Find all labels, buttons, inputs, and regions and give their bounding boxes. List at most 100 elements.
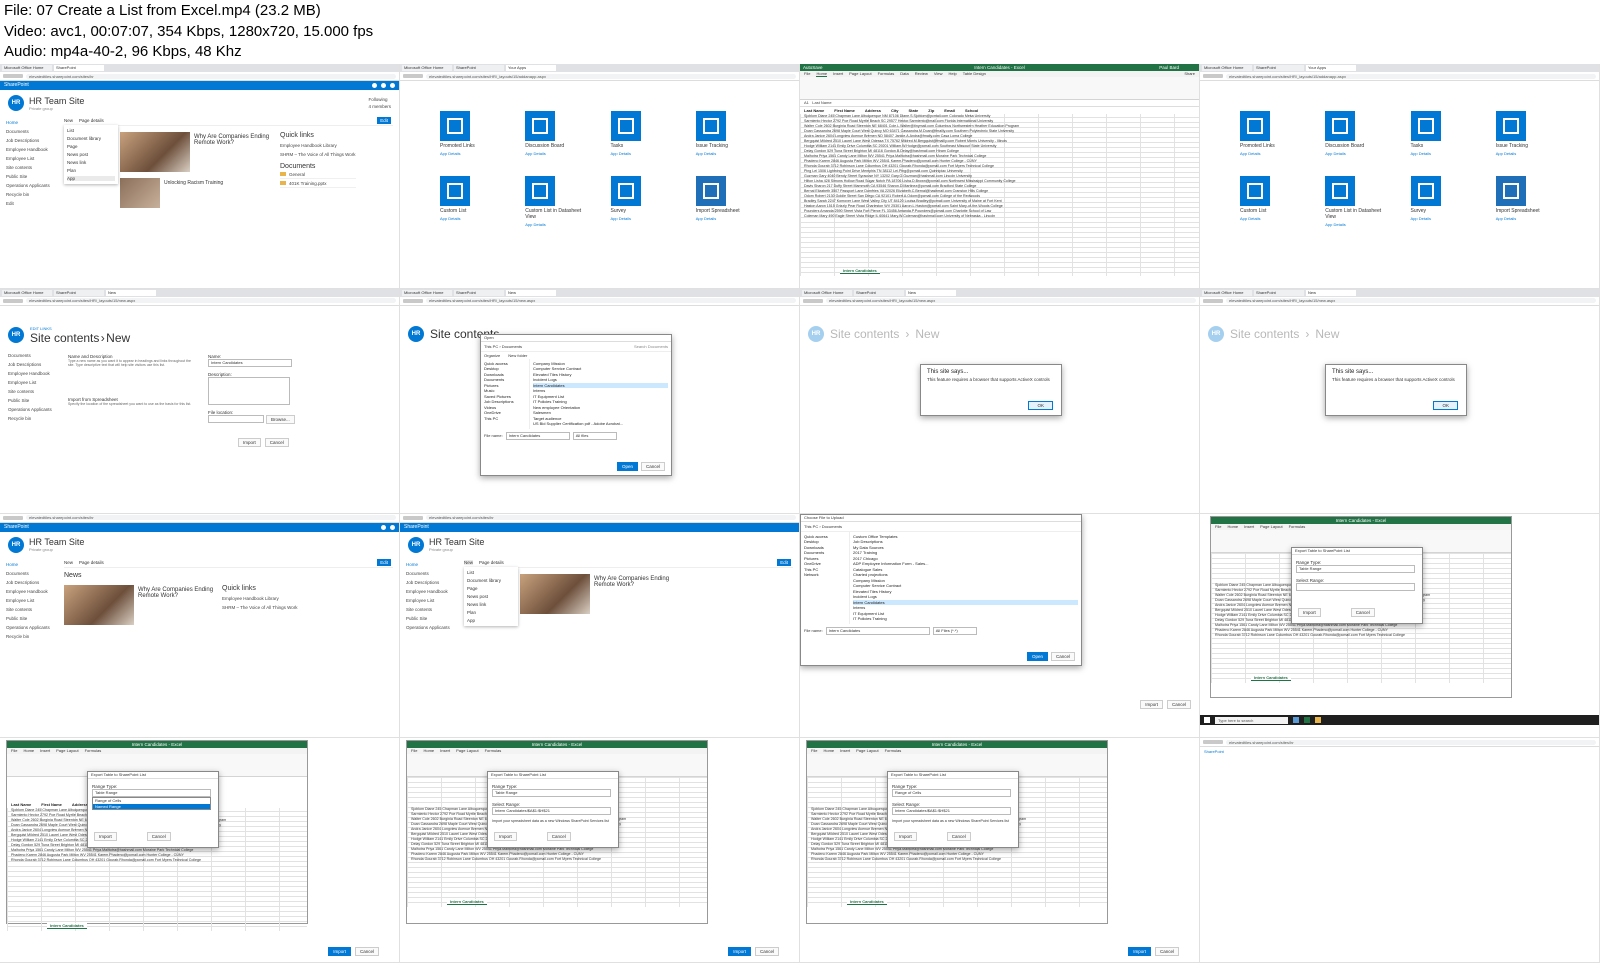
url-field[interactable]: elevatedtiles.sharepoint.com/sites/HR/_l… (826, 298, 1196, 304)
doc-row[interactable]: 401K Training.pptx (280, 179, 356, 188)
app-details-link[interactable]: App Details (440, 216, 503, 221)
nav-item-operations-applicants[interactable]: Operations Applicants (406, 625, 458, 630)
page-title[interactable]: Site contents (30, 331, 99, 345)
nav-buttons[interactable] (1203, 740, 1223, 745)
quick-link-2[interactable]: SHRM – The Voice of All Things Work (222, 605, 298, 610)
import-button[interactable]: Import (494, 832, 517, 842)
ribbon-tab-insert[interactable]: Insert (833, 71, 843, 77)
sheet-tab[interactable]: Intern Candidates (47, 923, 87, 930)
nav-item-recycle-bin[interactable]: Recycle bin (6, 634, 58, 639)
worksheet-grid[interactable]: Last Name First Name Address City State … (800, 107, 1199, 276)
ribbon-tab-table-design[interactable]: Table Design (963, 71, 986, 77)
nav-item-employee-handbook[interactable]: Employee Handbook (8, 371, 60, 376)
cancel-button[interactable]: Cancel (354, 947, 379, 956)
sheet-tab[interactable]: Intern Candidates (447, 899, 487, 906)
app-import-spreadsheet[interactable]: Import Spreadsheet App Details (695, 176, 759, 227)
app-details-link[interactable]: App Details (611, 151, 674, 156)
ribbon-tab-page-layout[interactable]: Page Layout (849, 71, 871, 77)
news-image-2[interactable] (120, 178, 160, 208)
url-field[interactable]: elevatedtiles.sharepoint.com/sites/HR/_l… (426, 298, 796, 304)
import-button[interactable]: Import (1128, 947, 1151, 956)
site-title[interactable]: HR Team Site (29, 537, 84, 547)
news-image[interactable] (120, 132, 190, 172)
import-button[interactable]: Import (328, 947, 351, 956)
tab-sharepoint[interactable]: SharePoint (1254, 289, 1304, 296)
quick-link-1[interactable]: Employee Handbook Library (280, 143, 356, 148)
app-custom-list[interactable]: Custom List App Details (440, 176, 503, 227)
ribbon-tab-help[interactable]: Help (948, 71, 956, 77)
file-type-select[interactable]: All files (572, 431, 617, 440)
app-details-link[interactable]: App Details (1496, 151, 1559, 156)
range-type-select[interactable]: Table Range (92, 789, 211, 798)
menu-item-document-library[interactable]: Document library (67, 136, 115, 141)
tab-sharepoint[interactable]: SharePoint (54, 289, 104, 296)
cancel-button[interactable]: Cancel (754, 947, 779, 956)
nav-item-documents[interactable]: Documents (6, 129, 58, 134)
app-discussion-board[interactable]: Discussion Board App Details (1325, 111, 1388, 156)
app-details-link[interactable]: App Details (611, 216, 674, 221)
nav-buttons[interactable] (3, 515, 23, 520)
tab-office[interactable]: Microsoft Office Home (2, 65, 52, 71)
ribbon-tab-formulas[interactable]: Formulas (885, 748, 902, 754)
nav-item-public-site[interactable]: Public Site (8, 398, 60, 403)
settings-icon[interactable] (381, 524, 386, 530)
url-field[interactable]: elevatedtiles.sharepoint.com/sites/hr (26, 515, 396, 520)
column-header[interactable]: First Name (41, 802, 62, 807)
app-custom-list-datasheet[interactable]: Custom List in Datasheet View App Details (525, 176, 588, 227)
site-title[interactable]: HR Team Site (429, 537, 484, 547)
app-details-link[interactable]: App Details (1496, 216, 1559, 221)
new-button[interactable]: New (464, 559, 474, 565)
tab-new[interactable]: New (506, 289, 556, 296)
app-details-link[interactable]: App Details (1325, 222, 1388, 227)
nav-item-recycle-bin[interactable]: Recycle bin (8, 416, 60, 421)
cancel-button[interactable]: Cancel (146, 832, 171, 842)
nav-item-operations-applicants[interactable]: Operations Applicants (6, 183, 58, 188)
nav-item-employee-list[interactable]: Employee List (8, 380, 60, 385)
ok-button[interactable]: OK (1433, 400, 1458, 410)
ribbon-tab-formulas[interactable]: Formulas (485, 748, 502, 754)
nav-buttons[interactable] (403, 74, 423, 78)
select-range-field[interactable]: Intern Candidates!$A$1:$H$21 (892, 807, 1011, 816)
url-field[interactable]: elevatedtiles.sharepoint.com/sites/hr (426, 515, 796, 520)
app-details-link[interactable]: App Details (440, 151, 503, 156)
range-type-select[interactable]: Table Range (1296, 564, 1415, 573)
app-import-spreadsheet[interactable]: Import Spreadsheet App Details (1495, 176, 1559, 227)
cancel-button[interactable]: Cancel (546, 832, 571, 842)
explorer-taskbar-icon[interactable] (1315, 717, 1321, 724)
option-named-range[interactable]: Named Range (93, 803, 210, 810)
cancel-button[interactable]: Cancel (1050, 651, 1075, 661)
ok-button[interactable]: OK (1028, 400, 1053, 410)
nav-item-home[interactable]: Home (6, 562, 58, 567)
nav-item-documents[interactable]: Documents (8, 353, 60, 358)
app-details-link[interactable]: App Details (1240, 216, 1303, 221)
news-title-1[interactable]: Why Are Companies Ending Remote Work? (594, 576, 674, 614)
url-field[interactable]: elevatedtiles.sharepoint.com/sites/HR/_l… (1226, 73, 1596, 79)
app-details-link[interactable]: App Details (1411, 216, 1474, 221)
app-tasks[interactable]: Tasks App Details (610, 111, 674, 156)
ribbon-tab-file[interactable]: File (1215, 524, 1221, 530)
dialog-search[interactable]: Search Documents (634, 344, 668, 349)
nav-item-job-descriptions[interactable]: Job Descriptions (406, 580, 458, 585)
menu-item-news-post[interactable]: News post (67, 152, 115, 157)
url-field[interactable]: elevatedtiles.sharepoint.com/sites/HR/_l… (26, 298, 396, 304)
app-details-link[interactable]: App Details (696, 216, 759, 221)
sharepoint-brand[interactable]: SharePoint (404, 523, 429, 532)
new-button[interactable]: New (64, 118, 73, 123)
page-details-button[interactable]: Page details (79, 560, 104, 565)
nav-buttons[interactable] (3, 298, 23, 303)
name-field[interactable]: Intern Candidates (208, 358, 292, 367)
tab-new[interactable]: New (906, 289, 956, 296)
menu-item-app[interactable]: App (467, 618, 515, 623)
tab-sharepoint[interactable]: SharePoint (1254, 65, 1304, 71)
range-type-select[interactable]: Range of Cells (892, 789, 1011, 798)
excel-taskbar-icon[interactable] (1304, 717, 1310, 724)
nav-item-employee-handbook[interactable]: Employee Handbook (6, 147, 58, 152)
nav-item-documents[interactable]: Documents (6, 571, 58, 576)
column-header[interactable]: First Name (834, 108, 855, 113)
url-field[interactable]: elevatedtiles.sharepoint.com/sites/hr (1226, 739, 1596, 745)
range-type-select[interactable]: Table Range (492, 789, 611, 798)
settings-icon[interactable] (372, 83, 377, 88)
formula-value[interactable]: Last Name (812, 100, 831, 105)
ribbon-tab-page-layout[interactable]: Page Layout (856, 748, 878, 754)
name-box[interactable]: A1 (804, 100, 809, 105)
